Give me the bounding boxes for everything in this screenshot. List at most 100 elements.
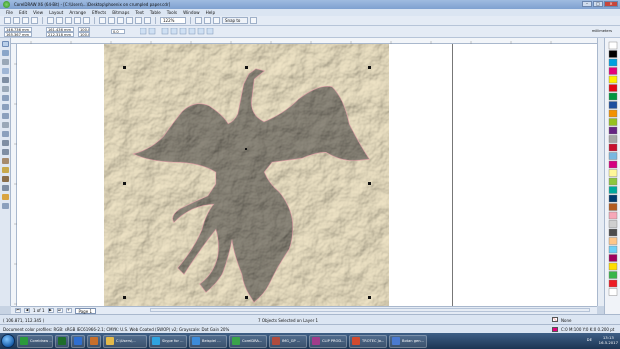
menu-table[interactable]: Table (150, 10, 161, 15)
menu-bitmaps[interactable]: Bitmaps (112, 10, 129, 15)
vertical-scrollbar[interactable] (597, 38, 604, 306)
align-buttons[interactable] (140, 28, 220, 36)
pick-tool-icon[interactable] (2, 41, 9, 47)
palette-swatch[interactable] (608, 220, 618, 228)
language-indicator[interactable]: DE (587, 337, 592, 342)
outline-pen-icon[interactable] (2, 185, 9, 191)
add-page-icon[interactable]: + (65, 308, 72, 313)
palette-swatch[interactable] (608, 58, 618, 67)
maximize-button[interactable]: □ (593, 1, 603, 7)
fill-tool-icon[interactable] (2, 194, 9, 200)
outline-status[interactable]: C:0 M:100 Y:0 K:0 0.200 pt (561, 327, 614, 332)
taskbar-item[interactable] (87, 334, 101, 348)
first-page-icon[interactable]: ⏮ (15, 308, 21, 313)
palette-swatch[interactable] (608, 118, 618, 126)
menu-layout[interactable]: Layout (49, 10, 63, 15)
palette-swatch[interactable] (608, 279, 618, 288)
menu-file[interactable]: File (6, 10, 13, 15)
open-icon[interactable] (13, 17, 20, 24)
zoom-tool-icon[interactable] (2, 68, 9, 74)
crop-tool-icon[interactable] (2, 59, 9, 65)
connector-tool-icon[interactable] (2, 149, 9, 155)
palette-swatch[interactable] (608, 92, 618, 101)
taskbar-item[interactable]: TROTEC Jo... (349, 334, 387, 348)
table-tool-icon[interactable] (2, 131, 9, 137)
taskbar-item[interactable]: Skype for ... (149, 334, 187, 348)
taskbar-item[interactable]: C:\Users\... (103, 334, 147, 348)
menu-tools[interactable]: Tools (167, 10, 177, 15)
palette-swatch[interactable] (608, 160, 618, 169)
taskbar-item[interactable]: Beispiel ... (189, 334, 227, 348)
menu-effects[interactable]: Effects (92, 10, 106, 15)
menu-window[interactable]: Window (183, 10, 200, 15)
snap-to-dropdown[interactable]: Snap to (222, 17, 248, 24)
menu-view[interactable]: View (33, 10, 43, 15)
palette-swatch[interactable] (608, 228, 618, 237)
export-icon[interactable] (117, 17, 124, 24)
rotation-angle-field[interactable]: 0.0 (111, 29, 125, 34)
copy-icon[interactable] (56, 17, 63, 24)
taskbar-item[interactable]: Coreldraw ... (17, 334, 53, 348)
menu-arrange[interactable]: Arrange (69, 10, 86, 15)
rectangle-tool-icon[interactable] (2, 95, 9, 101)
full-screen-icon[interactable] (195, 17, 202, 24)
palette-swatch[interactable] (608, 152, 618, 160)
menu-help[interactable]: Help (206, 10, 216, 15)
grid-icon[interactable] (213, 17, 220, 24)
palette-swatch[interactable] (608, 169, 618, 177)
palette-swatch[interactable] (608, 84, 618, 92)
previous-page-icon[interactable]: ◀ (24, 308, 30, 313)
page-tab[interactable]: Page 1 (74, 307, 96, 314)
palette-swatch[interactable] (608, 41, 618, 50)
y-position-field[interactable]: 165.367 mm (4, 32, 32, 37)
palette-swatch[interactable] (608, 109, 618, 118)
menu-text[interactable]: Text (135, 10, 143, 15)
taskbar-item[interactable] (55, 334, 69, 348)
transparency-tool-icon[interactable] (2, 167, 9, 173)
freehand-tool-icon[interactable] (2, 77, 9, 83)
palette-swatch[interactable] (608, 254, 618, 262)
zoom-level-dropdown[interactable]: 122% (160, 17, 186, 24)
palette-swatch[interactable] (608, 143, 618, 152)
palette-swatch[interactable] (608, 262, 618, 271)
publish-pdf-icon[interactable] (126, 17, 133, 24)
color-palette[interactable] (604, 38, 620, 318)
taskbar-item[interactable] (71, 334, 85, 348)
palette-swatch[interactable] (608, 50, 618, 58)
palette-swatch[interactable] (608, 271, 618, 279)
fill-swatch-icon[interactable] (552, 317, 558, 322)
palette-swatch[interactable] (608, 203, 618, 211)
fill-status[interactable]: None (561, 318, 571, 323)
palette-swatch[interactable] (608, 177, 618, 186)
taskbar-item[interactable]: Botan gen... (389, 334, 427, 348)
polygon-tool-icon[interactable] (2, 113, 9, 119)
minimize-button[interactable]: – (582, 1, 592, 7)
dimension-tool-icon[interactable] (2, 140, 9, 146)
new-document-icon[interactable] (4, 17, 11, 24)
document-page[interactable] (104, 44, 389, 307)
options-icon[interactable] (250, 17, 257, 24)
close-button[interactable]: × (604, 1, 618, 7)
clock-date[interactable]: 16.5.2017 (599, 340, 618, 345)
outline-swatch-icon[interactable] (552, 327, 558, 332)
palette-swatch[interactable] (608, 186, 618, 194)
interactive-fill-icon[interactable] (2, 203, 9, 209)
palette-swatch[interactable] (608, 211, 618, 220)
taskbar-item[interactable]: CLIP PROD... (309, 334, 347, 348)
palette-swatch[interactable] (608, 245, 618, 254)
scale-height-field[interactable]: 100.0 (78, 32, 90, 37)
horizontal-scrollbar[interactable] (150, 308, 590, 312)
palette-swatch[interactable] (608, 135, 618, 143)
document-color-profiles[interactable]: Document color profiles: RGB: sRGB IEC61… (3, 327, 229, 332)
corel-apps-icon[interactable] (144, 17, 151, 24)
palette-swatch[interactable] (608, 194, 618, 203)
crumpled-paper-artwork[interactable] (104, 44, 389, 307)
save-icon[interactable] (22, 17, 29, 24)
next-page-icon[interactable]: ▶ (47, 308, 54, 313)
search-content-icon[interactable] (99, 17, 106, 24)
print-icon[interactable] (31, 17, 38, 24)
palette-swatch[interactable] (608, 75, 618, 84)
taskbar-item[interactable]: IMG_GP ... (269, 334, 307, 348)
text-tool-icon[interactable] (2, 122, 9, 128)
cut-icon[interactable] (47, 17, 54, 24)
